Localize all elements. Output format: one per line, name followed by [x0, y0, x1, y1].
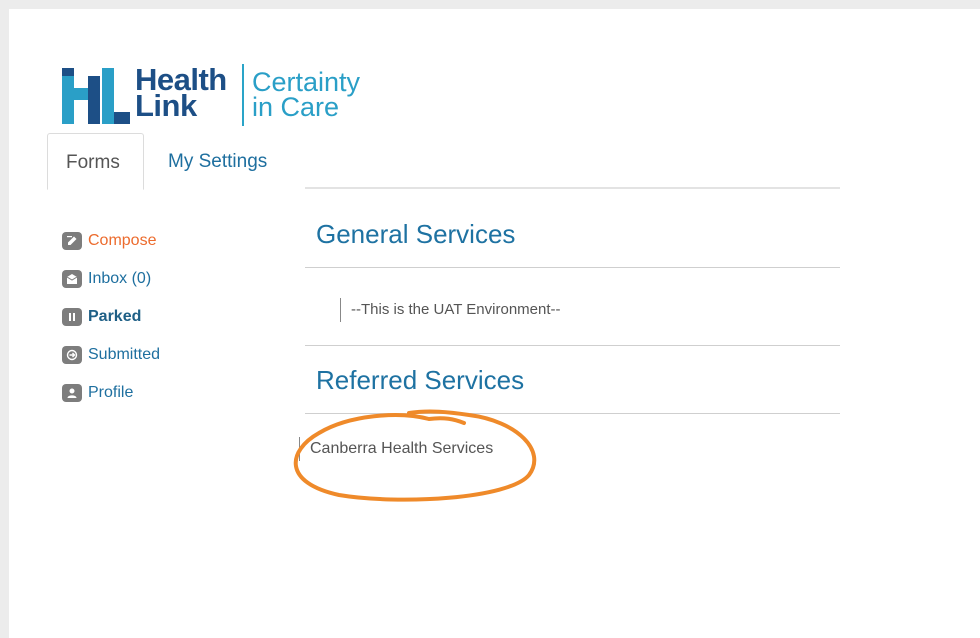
- sidebar-item-inbox[interactable]: Inbox (0): [62, 260, 262, 298]
- inbox-icon: [62, 270, 82, 288]
- pause-icon: [62, 308, 82, 326]
- logo-brand-link: Link: [135, 88, 197, 123]
- submit-icon: [62, 346, 82, 364]
- tab-forms[interactable]: Forms: [47, 133, 144, 190]
- logo-divider: [242, 64, 244, 126]
- referred-service-link[interactable]: Canberra Health Services: [299, 437, 493, 461]
- main-tabs: Forms My Settings: [47, 133, 847, 191]
- profile-icon: [62, 384, 82, 402]
- sidebar-nav: Compose Inbox (0) Parked Submitted Profi…: [62, 222, 262, 412]
- environment-notice: --This is the UAT Environment--: [340, 298, 561, 322]
- general-bottom-divider: [305, 345, 840, 346]
- hl-logo-mark-icon: [62, 68, 130, 124]
- referred-divider: [305, 413, 840, 414]
- tab-my-settings[interactable]: My Settings: [158, 133, 285, 190]
- general-services-title: General Services: [316, 219, 516, 249]
- sidebar-item-submitted[interactable]: Submitted: [62, 336, 262, 374]
- sidebar-item-compose-label: Compose: [88, 232, 157, 249]
- compose-icon: [62, 232, 82, 250]
- top-divider: [305, 187, 840, 189]
- sidebar-item-parked[interactable]: Parked: [62, 298, 262, 336]
- sidebar-item-profile[interactable]: Profile: [62, 374, 262, 412]
- sidebar-item-submitted-label: Submitted: [88, 346, 161, 363]
- referred-services-title: Referred Services: [316, 365, 525, 395]
- sidebar-item-compose[interactable]: Compose: [62, 222, 262, 260]
- sidebar-item-inbox-label: Inbox (0): [88, 270, 152, 287]
- sidebar-item-parked-label: Parked: [88, 308, 142, 325]
- page: Health Link Certainty in Care Forms My S…: [9, 9, 980, 638]
- healthlink-logo: Health Link Certainty in Care: [62, 64, 392, 136]
- sidebar-item-profile-label: Profile: [88, 384, 134, 401]
- general-divider: [305, 267, 840, 268]
- logo-tagline-line2: in Care: [252, 92, 340, 122]
